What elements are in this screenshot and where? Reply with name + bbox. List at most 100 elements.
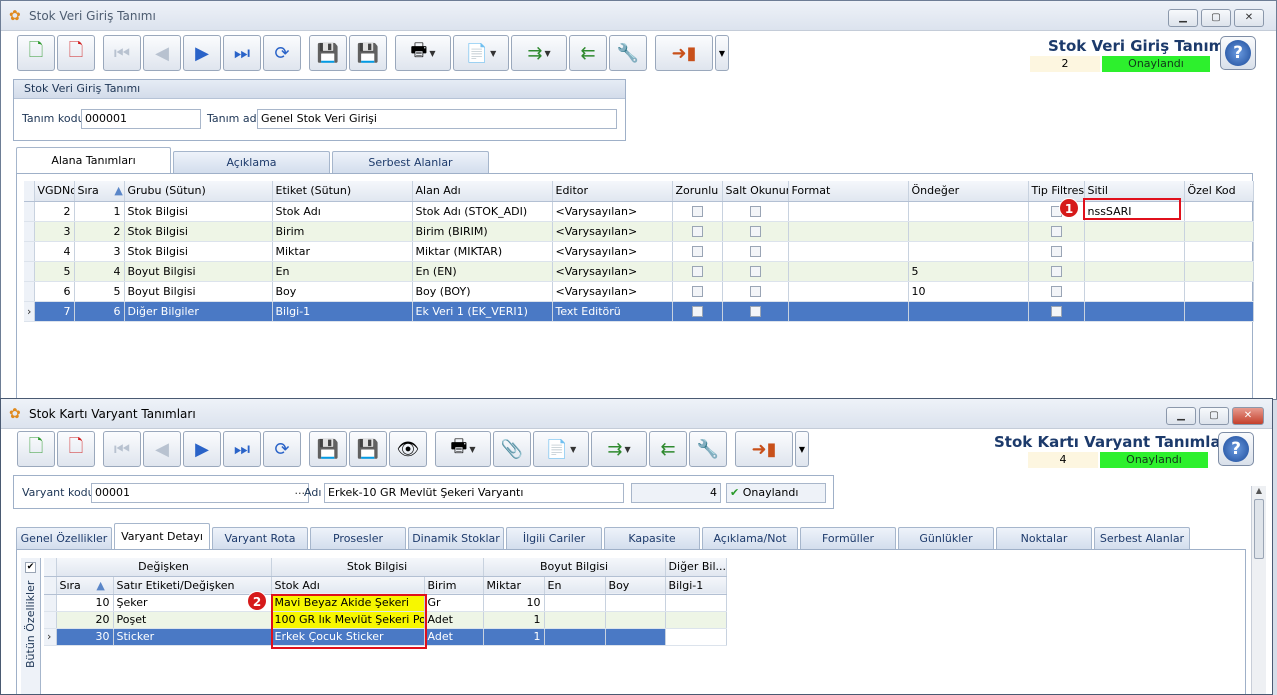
vertical-scrollbar[interactable]: ▲: [1251, 486, 1266, 694]
next-record-button[interactable]: ▶: [183, 35, 221, 71]
exit-button[interactable]: ➜▮: [655, 35, 713, 71]
tab-prosesler[interactable]: Prosesler: [310, 527, 406, 549]
cell-editor[interactable]: Text Editörü: [552, 301, 673, 322]
cell-satir-etiketi[interactable]: Sticker: [113, 628, 272, 646]
cell-alan-adi[interactable]: Ek Veri 1 (EK_VERI1): [412, 301, 553, 322]
new-record-button[interactable]: 🗋: [17, 35, 55, 71]
more-dropdown[interactable]: ▼: [715, 35, 729, 71]
cell-ozel-kod[interactable]: [1184, 281, 1254, 302]
cell-grubu[interactable]: Stok Bilgisi: [124, 241, 273, 262]
refresh-button[interactable]: ⟳: [263, 35, 301, 71]
cell-format[interactable]: [788, 221, 909, 242]
export-button[interactable]: ⇉ ▼: [591, 431, 647, 467]
cell-grubu[interactable]: Diğer Bilgiler: [124, 301, 273, 322]
col-format[interactable]: Format: [788, 181, 909, 202]
cell-vgdno[interactable]: 3: [34, 221, 75, 242]
cell-etiket[interactable]: En: [272, 261, 413, 282]
save-button[interactable]: 💾: [309, 35, 347, 71]
varyant-kodu-input[interactable]: 00001...: [91, 483, 309, 503]
cell-format[interactable]: [788, 281, 909, 302]
cell-sitil[interactable]: nssSARI: [1084, 201, 1185, 222]
close-button[interactable]: ✕: [1234, 9, 1264, 27]
table-row[interactable]: 10 Şeker Mavi Beyaz Akide Şekeri Gr 10: [44, 594, 727, 612]
cell-boy[interactable]: [605, 611, 666, 629]
checkbox[interactable]: [691, 226, 703, 237]
col-sira[interactable]: Sıra ▲: [56, 576, 114, 595]
cell-tip-filtresi[interactable]: [1028, 241, 1085, 262]
scrollbar-thumb[interactable]: [1254, 499, 1264, 559]
col-bilgi-1[interactable]: Bilgi-1: [665, 576, 727, 595]
table-row[interactable]: 3 2 Stok Bilgisi Birim Birim (BIRIM) <Varysay…: [24, 221, 1254, 242]
close-button[interactable]: ✕: [1232, 407, 1264, 425]
cell-sira[interactable]: 3: [74, 241, 125, 262]
cell-sira[interactable]: 4: [74, 261, 125, 282]
cell-sira[interactable]: 1: [74, 201, 125, 222]
checkbox[interactable]: [749, 266, 761, 277]
cell-salt-okunur[interactable]: [722, 241, 789, 262]
window-titlebar[interactable]: ✿ Stok Kartı Varyant Tanımları ▁ ▢ ✕: [1, 399, 1272, 429]
table-row[interactable]: 5 4 Boyut Bilgisi En En (EN) <Varysayılan> 5: [24, 261, 1254, 282]
tab-aciklama-not[interactable]: Açıklama/Not: [702, 527, 798, 549]
cell-sitil[interactable]: [1084, 261, 1185, 282]
first-record-button[interactable]: ⏮: [103, 35, 141, 71]
cell-sira[interactable]: 20: [56, 611, 114, 629]
settings-button[interactable]: 🔧: [609, 35, 647, 71]
col-satir-etiketi[interactable]: Satır Etiketi/Değişken: [113, 576, 272, 595]
cell-birim[interactable]: Adet: [424, 611, 484, 629]
delete-record-button[interactable]: 🗋: [57, 431, 95, 467]
cell-vgdno[interactable]: 4: [34, 241, 75, 262]
cell-etiket[interactable]: Birim: [272, 221, 413, 242]
print-button[interactable]: 🖶 ▼: [435, 431, 491, 467]
cell-satir-etiketi[interactable]: Poşet: [113, 611, 272, 629]
cell-salt-okunur[interactable]: [722, 201, 789, 222]
tab-serbest-alanlar[interactable]: Serbest Alanlar: [332, 151, 489, 173]
cell-etiket[interactable]: Miktar: [272, 241, 413, 262]
tab-aciklama[interactable]: Açıklama: [173, 151, 330, 173]
tab-kapasite[interactable]: Kapasite: [604, 527, 700, 549]
cell-ozel-kod[interactable]: [1184, 241, 1254, 262]
cell-zorunlu[interactable]: [672, 221, 723, 242]
cell-salt-okunur[interactable]: [722, 281, 789, 302]
checkbox[interactable]: [691, 306, 703, 317]
cell-tip-filtresi[interactable]: [1028, 261, 1085, 282]
cell-ozel-kod[interactable]: [1184, 221, 1254, 242]
tab-gunlukler[interactable]: Günlükler: [898, 527, 994, 549]
col-salt-okunur[interactable]: Salt Okunur: [722, 181, 789, 202]
cell-sira[interactable]: 30: [56, 628, 114, 646]
cell-en[interactable]: [544, 611, 606, 629]
col-sira[interactable]: Sıra ▲: [74, 181, 125, 202]
checkbox[interactable]: [691, 246, 703, 257]
col-ondeger[interactable]: Öndeğer: [908, 181, 1029, 202]
col-editor[interactable]: Editor: [552, 181, 673, 202]
checkbox[interactable]: [1050, 286, 1062, 297]
cell-etiket[interactable]: Boy: [272, 281, 413, 302]
col-boy[interactable]: Boy: [605, 576, 666, 595]
tab-varyant-detayi[interactable]: Varyant Detayı: [114, 523, 210, 549]
help-button[interactable]: ?: [1218, 432, 1254, 466]
cell-grubu[interactable]: Boyut Bilgisi: [124, 281, 273, 302]
checkbox[interactable]: [1050, 246, 1062, 257]
checkbox[interactable]: [749, 206, 761, 217]
delete-record-button[interactable]: 🗋: [57, 35, 95, 71]
cell-grubu[interactable]: Boyut Bilgisi: [124, 261, 273, 282]
cell-miktar[interactable]: 1: [483, 628, 545, 646]
maximize-button[interactable]: ▢: [1199, 407, 1229, 425]
cell-stok-adi[interactable]: Erkek Çocuk Sticker: [271, 628, 425, 646]
cell-miktar[interactable]: 10: [483, 594, 545, 612]
pdf-export-button[interactable]: 📄 ▼: [453, 35, 509, 71]
checkbox[interactable]: [749, 286, 761, 297]
minimize-button[interactable]: ▁: [1166, 407, 1196, 425]
tab-varyant-rota[interactable]: Varyant Rota: [212, 527, 308, 549]
cell-editor[interactable]: <Varysayılan>: [552, 201, 673, 222]
cell-sira[interactable]: 5: [74, 281, 125, 302]
cell-alan-adi[interactable]: Boy (BOY): [412, 281, 553, 302]
prev-record-button[interactable]: ◀: [143, 431, 181, 467]
cell-sitil[interactable]: [1084, 281, 1185, 302]
cell-editor[interactable]: <Varysayılan>: [552, 241, 673, 262]
cell-miktar[interactable]: 1: [483, 611, 545, 629]
cell-sira[interactable]: 6: [74, 301, 125, 322]
last-record-button[interactable]: ⏭: [223, 431, 261, 467]
cell-boy[interactable]: [605, 594, 666, 612]
tab-alana-tanimlari[interactable]: Alana Tanımları: [16, 147, 171, 173]
print-button[interactable]: 🖶 ▼: [395, 35, 451, 71]
